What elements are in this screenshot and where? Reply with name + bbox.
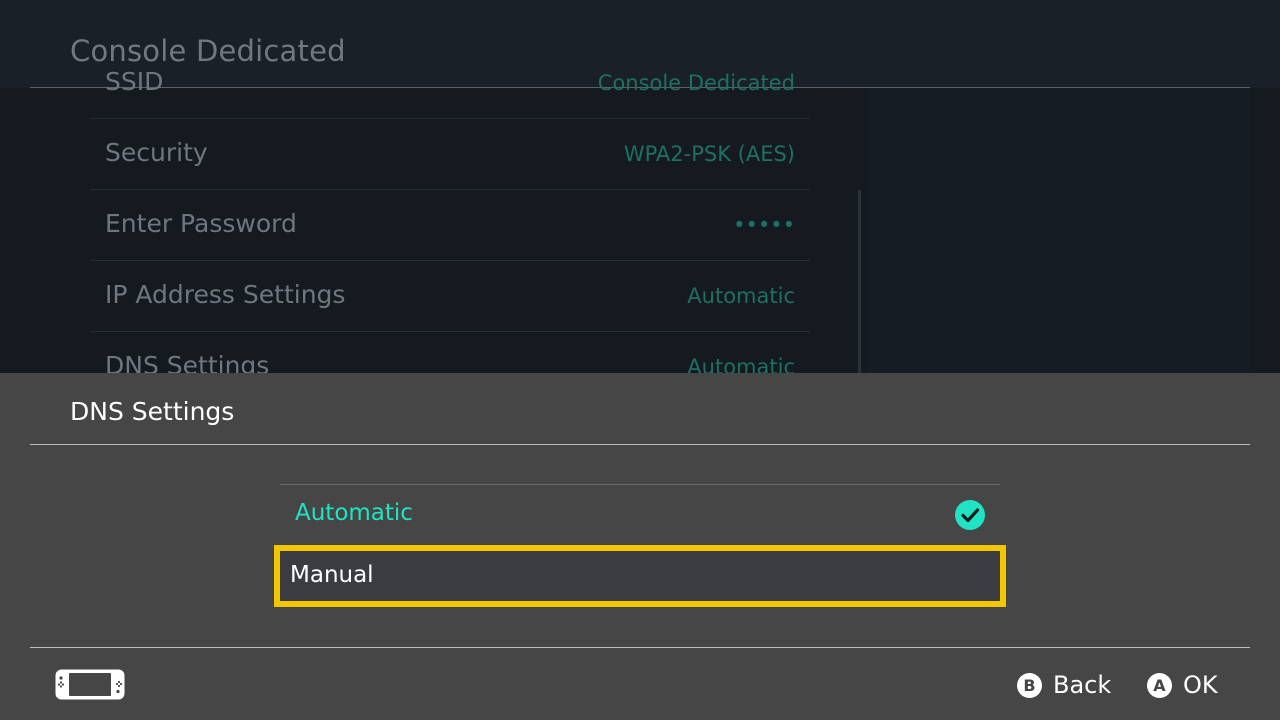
a-button-icon: A [1147, 672, 1172, 698]
dialog-bottom-divider [30, 647, 1250, 648]
option-label: Automatic [295, 500, 413, 526]
background-scrollbar[interactable] [858, 190, 861, 373]
settings-row-label: Enter Password [105, 209, 297, 238]
back-button[interactable]: B Back [1017, 670, 1111, 700]
settings-row-value: Console Dedicated [597, 71, 795, 95]
settings-row-value: ••••• [733, 213, 795, 237]
ok-label: OK [1183, 671, 1218, 699]
dns-settings-dialog: DNS Settings Automatic Manual B Back A O… [0, 373, 1280, 720]
console-icon [55, 669, 125, 700]
settings-row-label: DNS Settings [105, 351, 270, 373]
settings-row-label: SSID [105, 67, 164, 96]
option-automatic[interactable]: Automatic [280, 485, 1000, 545]
settings-row-label: Security [105, 138, 208, 167]
option-manual[interactable]: Manual [274, 545, 1006, 607]
b-button-icon: B [1017, 672, 1042, 698]
settings-row-password[interactable]: Enter Password ••••• [90, 190, 810, 261]
background-right-pane [868, 88, 1250, 373]
settings-row-ip-address[interactable]: IP Address Settings Automatic [90, 261, 810, 332]
dialog-top-divider [30, 444, 1250, 445]
settings-row-ssid[interactable]: SSID Console Dedicated [90, 48, 810, 119]
settings-row-label: IP Address Settings [105, 280, 346, 309]
settings-row-value: Automatic [687, 355, 795, 373]
option-label: Manual [290, 562, 374, 588]
checkmark-icon [955, 500, 985, 530]
back-label: Back [1053, 671, 1112, 699]
settings-row-dns[interactable]: DNS Settings Automatic [90, 332, 810, 373]
settings-row-value: WPA2-PSK (AES) [623, 142, 795, 166]
ok-button[interactable]: A OK [1147, 670, 1218, 700]
background-settings-list: SSID Console Dedicated Security WPA2-PSK… [90, 48, 810, 373]
settings-row-security[interactable]: Security WPA2-PSK (AES) [90, 119, 810, 190]
settings-row-value: Automatic [687, 284, 795, 308]
dialog-title: DNS Settings [70, 397, 235, 426]
